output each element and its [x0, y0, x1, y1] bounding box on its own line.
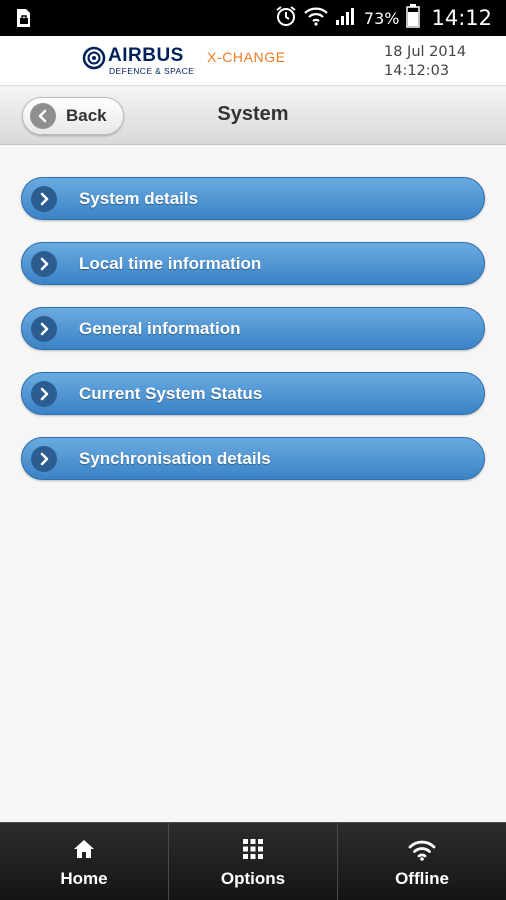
header-datetime: 18 Jul 2014 14:12:03 — [384, 43, 466, 81]
menu-item-local-time-information[interactable]: Local time information — [21, 242, 485, 285]
sd-card-icon — [14, 8, 34, 33]
header-time: 14:12:03 — [384, 63, 450, 79]
status-bar: 73% 14:12 — [0, 0, 506, 36]
battery-percent: 73% — [363, 8, 400, 28]
system-menu: System details Local time information Ge… — [21, 177, 485, 502]
chevron-right-icon — [31, 186, 57, 212]
signal-icon — [335, 6, 357, 31]
airbus-swirl-icon — [82, 46, 106, 75]
chevron-right-icon — [31, 316, 57, 342]
battery-icon — [406, 3, 421, 33]
nav-home-label: Home — [60, 869, 108, 888]
title-bar: Back System — [0, 87, 506, 145]
menu-item-synchronisation-details[interactable]: Synchronisation details — [21, 437, 485, 480]
menu-item-general-information[interactable]: General information — [21, 307, 485, 350]
nav-offline-button[interactable]: Offline — [338, 823, 506, 900]
nav-options-button[interactable]: Options — [169, 823, 338, 900]
home-icon — [0, 839, 168, 859]
bottom-nav: Home Options Offline — [0, 822, 506, 900]
menu-item-label: Current System Status — [79, 384, 263, 403]
grid-icon — [169, 839, 337, 859]
page-title: System — [217, 103, 289, 125]
chevron-right-icon — [31, 446, 57, 472]
brand-sub: DEFENCE & SPACE — [109, 66, 195, 76]
nav-home-button[interactable]: Home — [0, 823, 169, 900]
alarm-icon — [275, 5, 297, 32]
chevron-right-icon — [31, 251, 57, 277]
header-date: 18 Jul 2014 — [384, 44, 467, 60]
status-time: 14:12 — [431, 6, 492, 30]
airbus-logo: AIRBUS DEFENCE & SPACE X-CHANGE — [82, 44, 302, 80]
menu-item-label: General information — [79, 319, 241, 338]
menu-item-label: System details — [79, 189, 199, 208]
menu-item-system-details[interactable]: System details — [21, 177, 485, 220]
nav-options-label: Options — [220, 869, 286, 888]
menu-item-label: Local time information — [79, 254, 262, 273]
brand-header: AIRBUS DEFENCE & SPACE X-CHANGE 18 Jul 2… — [0, 36, 506, 86]
menu-item-current-system-status[interactable]: Current System Status — [21, 372, 485, 415]
wifi-icon — [338, 839, 506, 861]
brand-name: AIRBUS — [108, 45, 184, 66]
chevron-right-icon — [31, 381, 57, 407]
wifi-icon — [304, 6, 328, 31]
product-name: X-CHANGE — [207, 49, 286, 65]
nav-offline-label: Offline — [395, 869, 449, 888]
menu-item-label: Synchronisation details — [79, 449, 271, 468]
